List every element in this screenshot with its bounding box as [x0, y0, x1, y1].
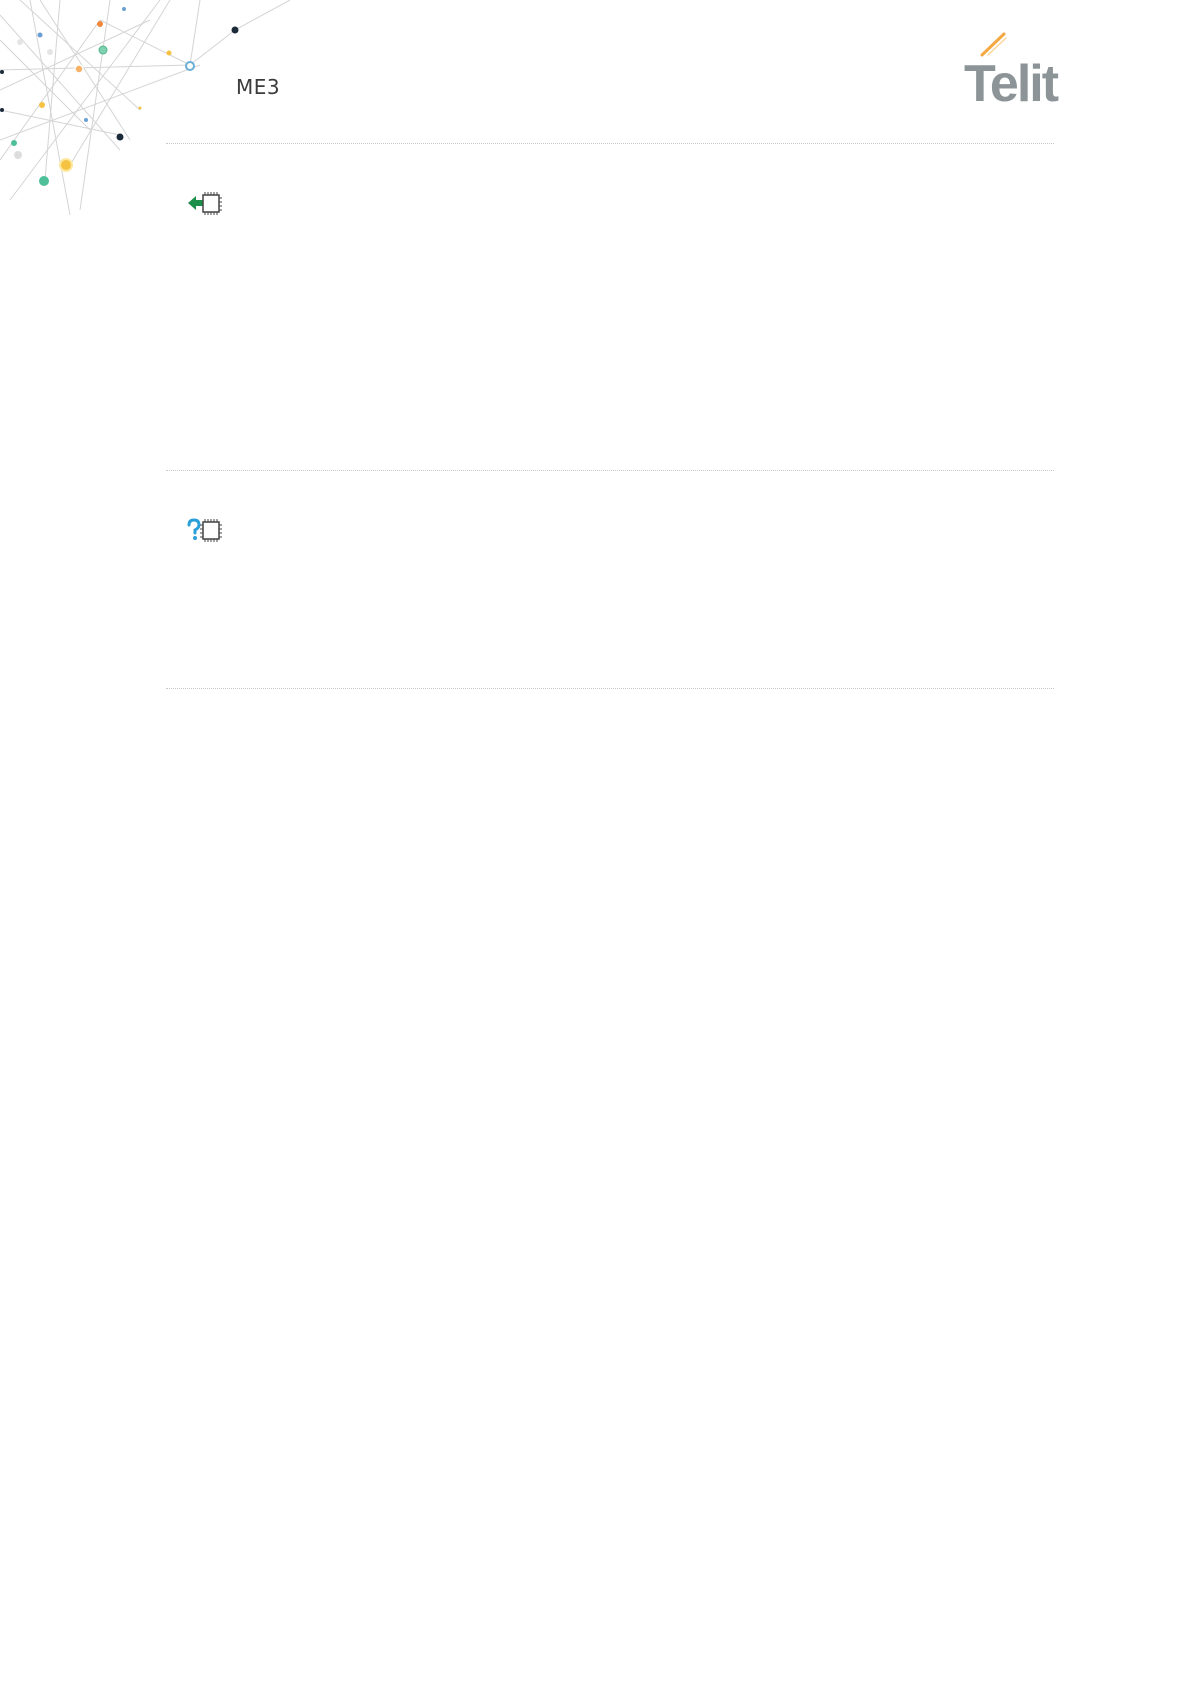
- read-command-icon: [187, 518, 222, 542]
- svg-text:Telit: Telit: [964, 55, 1059, 105]
- document-header-title: ME3: [236, 75, 281, 99]
- telit-logo: Telit: [964, 32, 1061, 105]
- header-divider: [166, 143, 1054, 144]
- section-divider: [166, 688, 1054, 689]
- section-divider: [166, 470, 1054, 471]
- set-command-icon: [188, 192, 222, 215]
- corner-network-graphic: [0, 0, 290, 215]
